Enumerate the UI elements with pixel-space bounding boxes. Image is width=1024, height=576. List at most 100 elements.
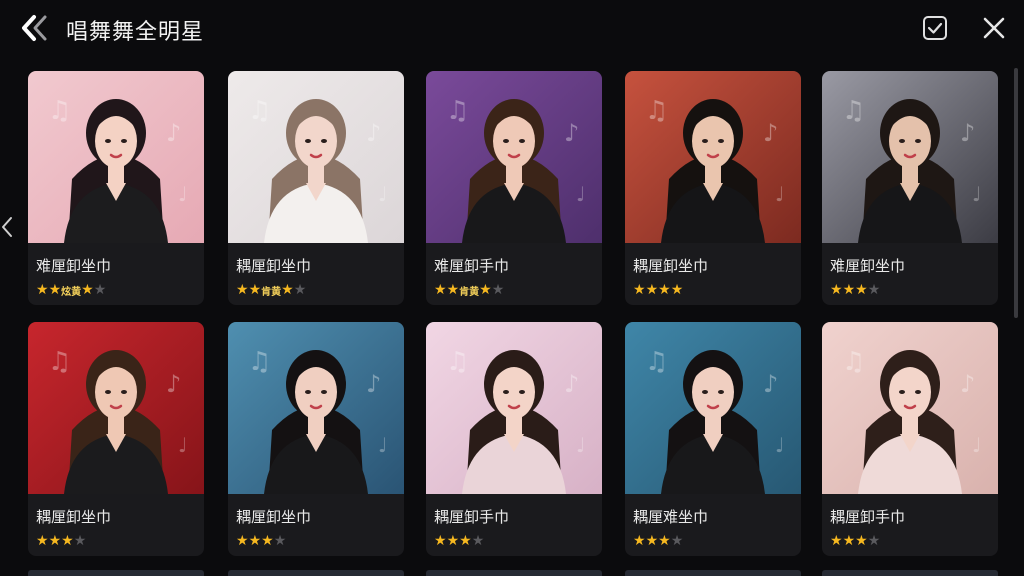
select-button[interactable]: [922, 15, 948, 41]
star-icon: ★: [842, 533, 856, 549]
vertical-scrollbar[interactable]: [1014, 68, 1018, 318]
svg-text:♫: ♫: [645, 96, 668, 126]
star-icon: ★: [670, 533, 684, 549]
song-card[interactable]: ♫ ♪ ♩ 难厘卸坐巾 ★ ★ 炫黄 ★ ★: [28, 71, 204, 305]
star-rating: ★ ★ 肯黄 ★ ★: [434, 282, 504, 298]
star-icon: ★: [471, 533, 485, 549]
card-title: 难厘卸坐巾: [830, 257, 906, 275]
star-icon: ★: [459, 533, 472, 549]
star-rating: ★ ★ 炫黄 ★ ★: [36, 282, 106, 298]
star-icon: ★: [830, 282, 843, 298]
star-icon: ★: [48, 533, 62, 549]
page-title: 唱舞舞全明星: [66, 20, 205, 45]
svg-text:♫: ♫: [645, 347, 668, 377]
next-row-card-peek: [625, 570, 801, 576]
card-artwork: ♫ ♪ ♩: [228, 322, 404, 494]
card-title: 耦厘难坐巾: [633, 508, 709, 526]
svg-text:♫: ♫: [248, 96, 271, 126]
card-artwork: ♫ ♪ ♩: [28, 71, 204, 243]
star-icon: ★: [248, 533, 262, 549]
star-icon: ★: [830, 533, 843, 549]
star-icon: ★: [93, 282, 107, 298]
back-chevron-icon: [22, 15, 47, 41]
svg-text:♫: ♫: [48, 347, 71, 377]
star-rating: ★ ★ ★ ★: [236, 533, 286, 549]
top-bar: 唱舞舞全明星: [0, 0, 1024, 58]
song-card[interactable]: ♫ ♪ ♩ 耦厘卸坐巾 ★ ★ ★ ★: [228, 322, 404, 556]
star-icon: ★: [855, 282, 868, 298]
star-icon: ★: [261, 533, 274, 549]
svg-text:♪: ♪: [960, 119, 975, 147]
svg-text:♫: ♫: [48, 96, 71, 126]
svg-text:♫: ♫: [842, 96, 865, 126]
star-icon: ★: [633, 533, 646, 549]
card-title: 耦厘卸手巾: [434, 508, 510, 526]
svg-text:♩: ♩: [576, 433, 585, 457]
card-title: 耦厘卸手巾: [830, 508, 906, 526]
star-icon: ★: [236, 533, 249, 549]
svg-text:♩: ♩: [972, 433, 981, 457]
song-card[interactable]: ♫ ♪ ♩ 耦厘卸坐巾 ★ ★ ★ ★: [625, 71, 801, 305]
close-icon: [983, 17, 1005, 39]
card-artwork: ♫ ♪ ♩: [822, 322, 998, 494]
svg-text:♪: ♪: [166, 119, 181, 147]
svg-text:♩: ♩: [775, 433, 784, 457]
song-card[interactable]: ♫ ♪ ♩ 耦厘卸手巾 ★ ★ ★ ★: [426, 322, 602, 556]
character-portrait: ♫ ♪ ♩: [625, 71, 801, 243]
rating-label: 炫黄: [61, 286, 82, 298]
star-icon: ★: [658, 282, 671, 298]
card-artwork: ♫ ♪ ♩: [228, 71, 404, 243]
character-portrait: ♫ ♪ ♩: [426, 322, 602, 494]
star-icon: ★: [48, 282, 62, 298]
svg-text:♫: ♫: [446, 347, 469, 377]
svg-text:♪: ♪: [763, 370, 778, 398]
next-row-card-peek: [822, 570, 998, 576]
star-icon: ★: [434, 533, 447, 549]
star-rating: ★ ★ 肯黄 ★ ★: [236, 282, 306, 298]
character-portrait: ♫ ♪ ♩: [822, 71, 998, 243]
character-portrait: ♫ ♪ ♩: [228, 322, 404, 494]
card-title: 耦厘卸坐巾: [36, 508, 112, 526]
svg-text:♩: ♩: [178, 182, 187, 206]
back-button[interactable]: [18, 12, 52, 44]
card-artwork: ♫ ♪ ♩: [822, 71, 998, 243]
star-rating: ★ ★ ★ ★: [830, 282, 880, 298]
star-icon: ★: [867, 282, 881, 298]
next-row-card-peek: [28, 570, 204, 576]
star-icon: ★: [36, 282, 49, 298]
song-card[interactable]: ♫ ♪ ♩ 耦厘难坐巾 ★ ★ ★ ★: [625, 322, 801, 556]
svg-text:♪: ♪: [366, 119, 381, 147]
star-icon: ★: [658, 533, 671, 549]
star-icon: ★: [61, 533, 74, 549]
character-portrait: ♫ ♪ ♩: [28, 71, 204, 243]
svg-text:♩: ♩: [576, 182, 585, 206]
character-portrait: ♫ ♪ ♩: [228, 71, 404, 243]
song-card[interactable]: ♫ ♪ ♩ 难厘卸坐巾 ★ ★ ★ ★: [822, 71, 998, 305]
svg-text:♩: ♩: [972, 182, 981, 206]
card-title: 耦厘卸坐巾: [236, 257, 312, 275]
star-icon: ★: [81, 282, 94, 298]
star-rating: ★ ★ ★ ★: [830, 533, 880, 549]
song-card[interactable]: ♫ ♪ ♩ 耦厘卸坐巾 ★ ★ 肯黄 ★ ★: [228, 71, 404, 305]
close-button[interactable]: [980, 14, 1008, 42]
star-icon: ★: [446, 282, 460, 298]
scroll-left-button[interactable]: [0, 212, 14, 242]
card-artwork: ♫ ♪ ♩: [28, 322, 204, 494]
character-portrait: ♫ ♪ ♩: [822, 322, 998, 494]
svg-text:♩: ♩: [378, 433, 387, 457]
chevron-left-icon: [2, 217, 12, 237]
star-icon: ★: [645, 282, 659, 298]
svg-text:♪: ♪: [564, 370, 579, 398]
svg-text:♪: ♪: [763, 119, 778, 147]
character-portrait: ♫ ♪ ♩: [625, 322, 801, 494]
song-card[interactable]: ♫ ♪ ♩ 难厘卸手巾 ★ ★ 肯黄 ★ ★: [426, 71, 602, 305]
song-card[interactable]: ♫ ♪ ♩ 耦厘卸手巾 ★ ★ ★ ★: [822, 322, 998, 556]
svg-text:♪: ♪: [960, 370, 975, 398]
star-icon: ★: [446, 533, 460, 549]
star-icon: ★: [645, 533, 659, 549]
star-icon: ★: [479, 282, 492, 298]
star-icon: ★: [273, 533, 287, 549]
character-portrait: ♫ ♪ ♩: [28, 322, 204, 494]
song-card[interactable]: ♫ ♪ ♩ 耦厘卸坐巾 ★ ★ ★ ★: [28, 322, 204, 556]
card-artwork: ♫ ♪ ♩: [426, 71, 602, 243]
